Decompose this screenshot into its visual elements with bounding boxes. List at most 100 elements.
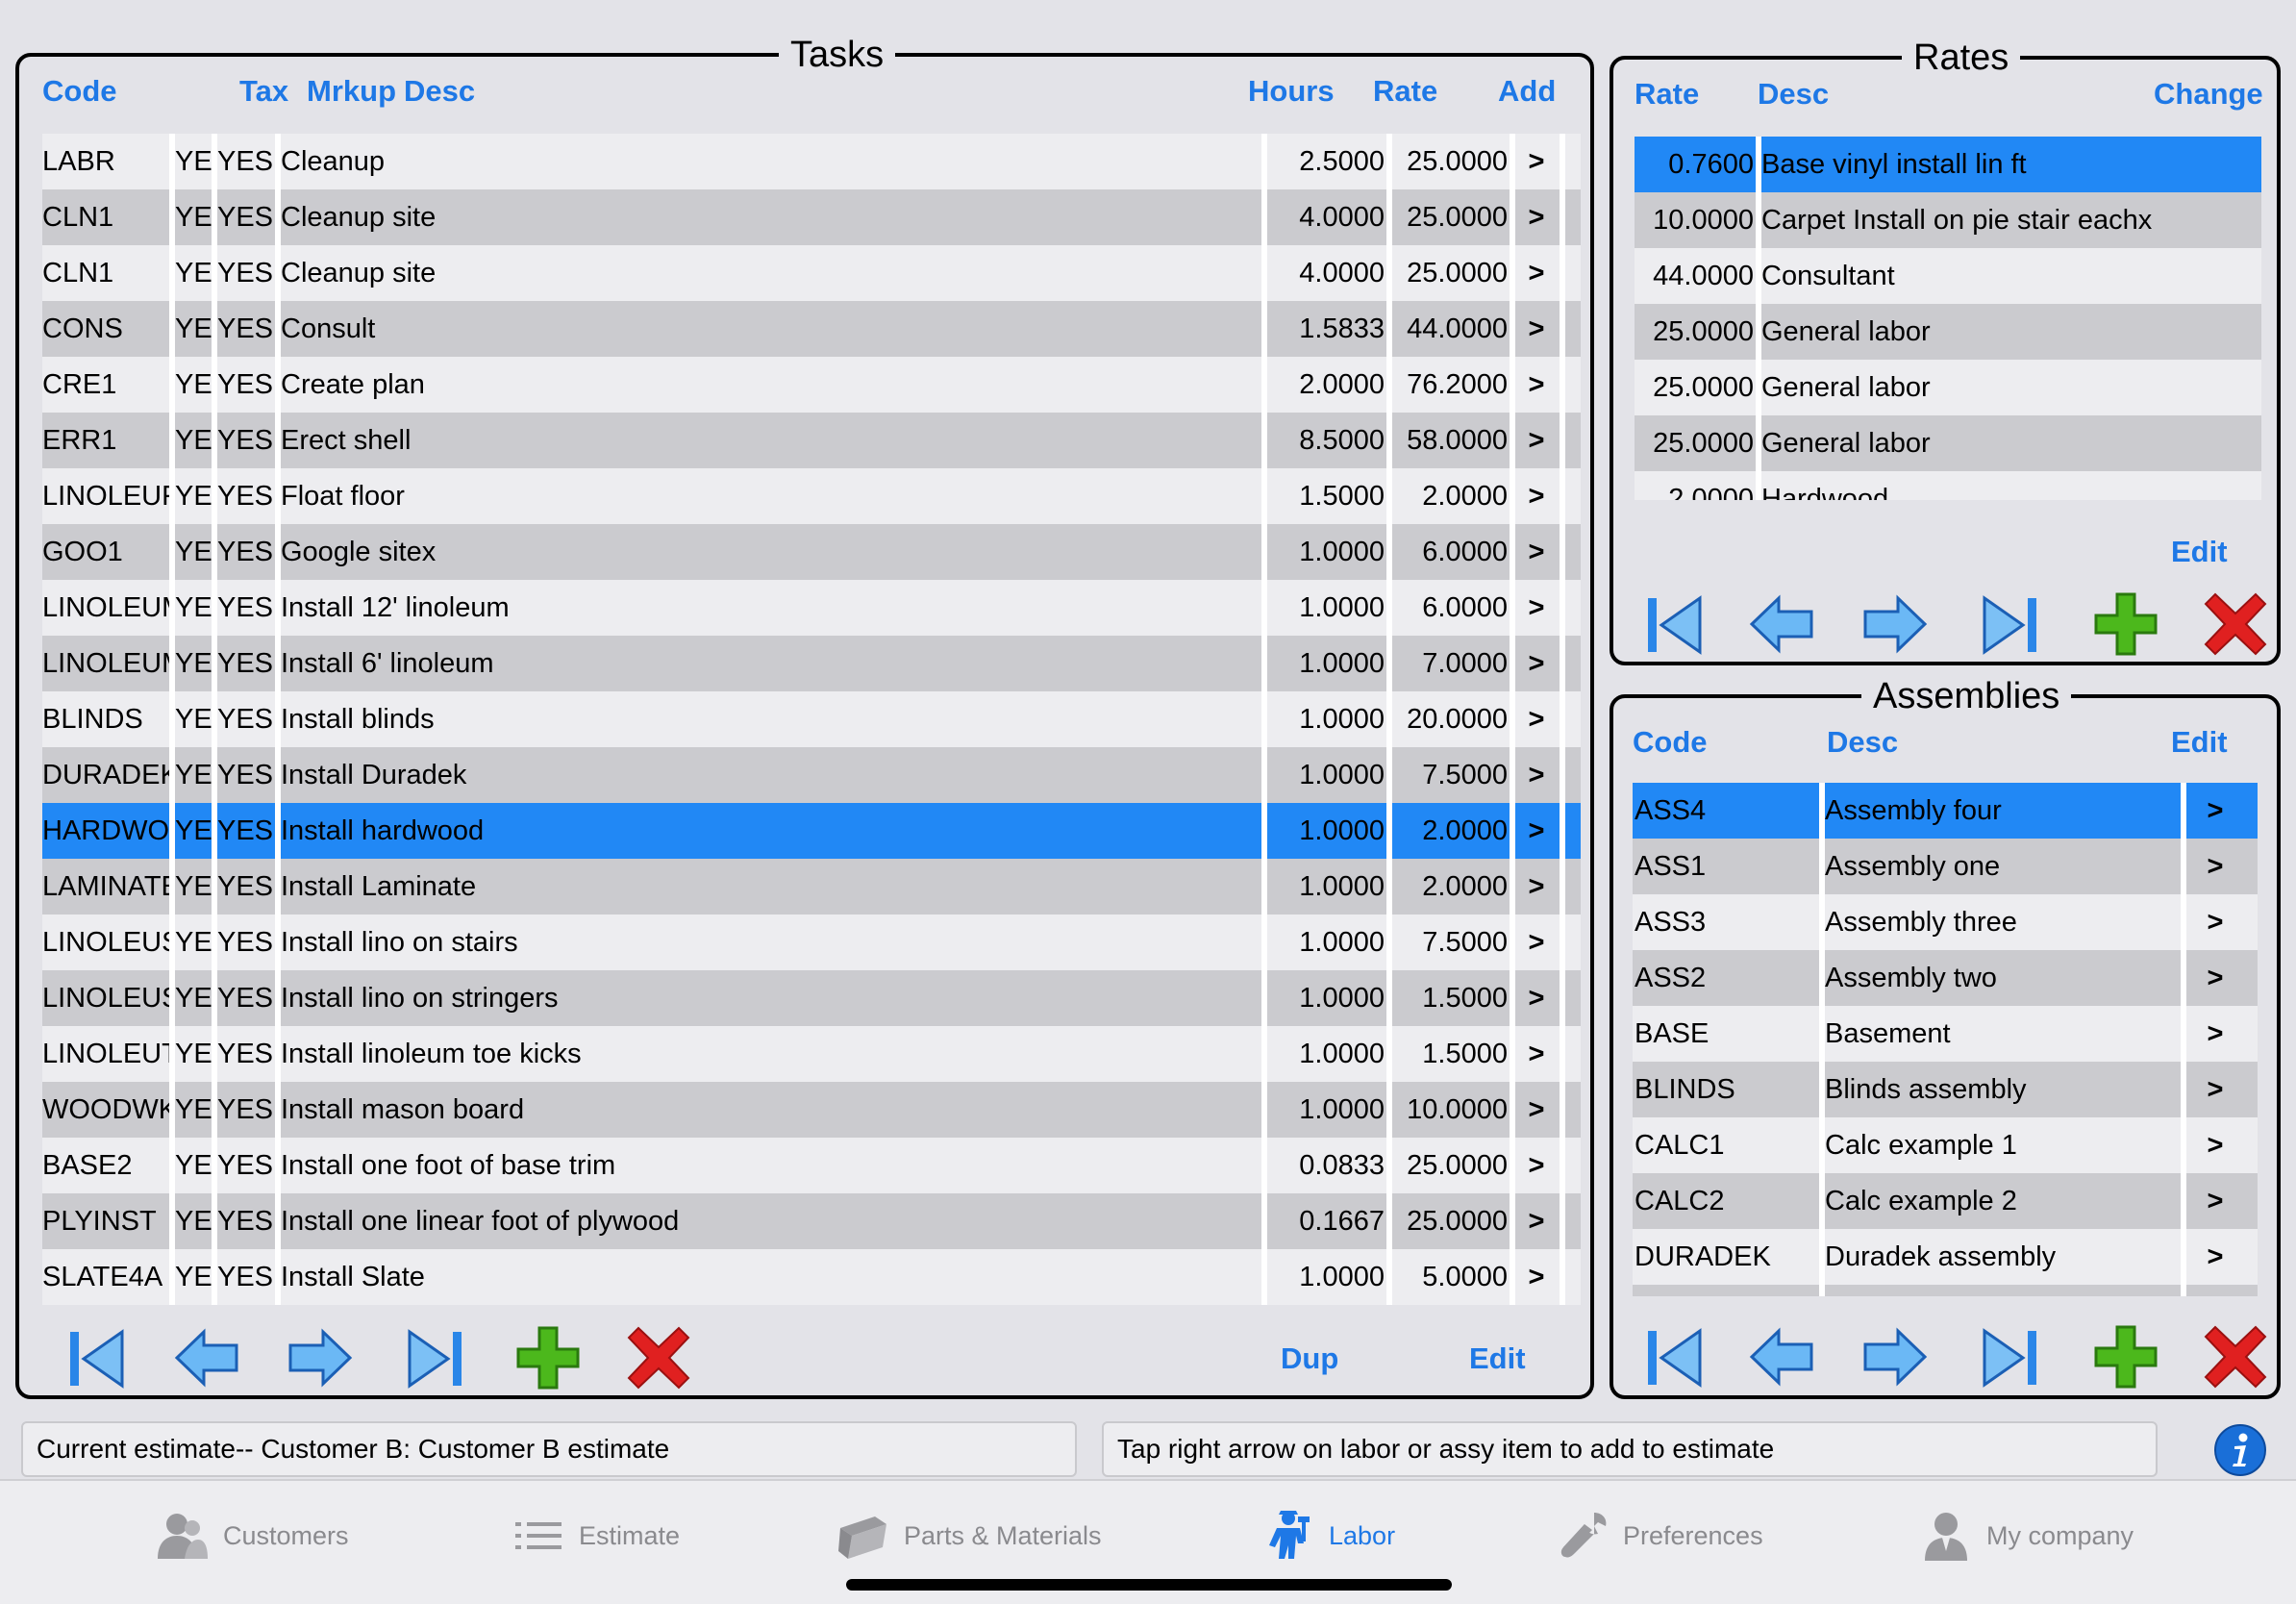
rates-edit-button[interactable]: Edit [2171,533,2228,571]
rate-row[interactable]: 2.0000 Hardwood [1635,471,2261,500]
task-row[interactable]: LINOLEUM12YESYESInstall 12' linoleum1.00… [42,580,1581,636]
task-row[interactable]: HARDWOODINYESYESInstall hardwood1.00002.… [42,803,1581,859]
rates-delete-button[interactable] [2202,590,2269,658]
tasks-add-button[interactable] [514,1324,582,1391]
assembly-add-arrow[interactable]: > [2186,1006,2244,1062]
task-add-arrow[interactable]: > [1515,245,1558,301]
assemblies-table[interactable]: ASS4 Assembly four > ASS1 Assembly one > ASS3 A… [1633,783,2258,1296]
assembly-row[interactable]: BASE Basement > [1633,1006,2258,1062]
tasks-first-button[interactable] [62,1324,130,1391]
assembly-add-arrow[interactable]: > [2186,1173,2244,1229]
task-row[interactable]: LINOLEUM6'YESYESInstall 6' linoleum1.000… [42,636,1581,691]
tab-customers[interactable]: Customers [156,1502,349,1569]
tasks-prev-button[interactable] [173,1324,240,1391]
rate-row[interactable]: 25.0000 General labor [1635,415,2261,471]
task-row[interactable]: LAMINATEINYESYESInstall Laminate1.00002.… [42,859,1581,915]
tab-my-company[interactable]: My company [1919,1502,2134,1569]
task-add-arrow[interactable]: > [1515,1026,1558,1082]
tab-estimate[interactable]: Estimate [512,1502,680,1569]
assembly-row[interactable] [1633,1285,2258,1296]
rate-row[interactable]: 25.0000 General labor [1635,360,2261,415]
assembly-row[interactable]: BLINDS Blinds assembly > [1633,1062,2258,1117]
assembly-row[interactable]: CALC2 Calc example 2 > [1633,1173,2258,1229]
task-row[interactable]: BLINDSYESYESInstall blinds1.000020.0000> [42,691,1581,747]
info-button[interactable] [2213,1423,2267,1477]
task-add-arrow[interactable]: > [1515,970,1558,1026]
task-row[interactable]: GOO1YESYESGoogle sitex1.00006.0000> [42,524,1581,580]
rates-add-button[interactable] [2092,590,2159,658]
rates-table[interactable]: 0.7600 Base vinyl install lin ft 10.0000 Ca… [1635,137,2261,500]
task-add-arrow[interactable]: > [1515,468,1558,524]
assemblies-next-button[interactable] [1861,1323,1929,1391]
task-add-arrow[interactable]: > [1515,1082,1558,1138]
task-row[interactable]: CLN1YESYESCleanup site4.000025.0000> [42,189,1581,245]
rate-row[interactable]: 10.0000 Carpet Install on pie stair eachx [1635,192,2261,248]
task-add-arrow[interactable]: > [1515,859,1558,915]
assembly-add-arrow[interactable]: > [2186,839,2244,894]
assembly-add-arrow[interactable]: > [2186,950,2244,1006]
task-row[interactable]: LINOLEUSTAYESYESInstall lino on stairs1.… [42,915,1581,970]
task-add-arrow[interactable]: > [1515,747,1558,803]
task-row[interactable]: CLN1YESYESCleanup site4.000025.0000> [42,245,1581,301]
tasks-next-button[interactable] [287,1324,354,1391]
rate-row[interactable]: 0.7600 Base vinyl install lin ft [1635,137,2261,192]
tab-preferences[interactable]: Preferences [1556,1502,1763,1569]
assembly-row[interactable]: CALC1 Calc example 1 > [1633,1117,2258,1173]
task-row[interactable]: LINOLEUFLOYESYESFloat floor1.50002.0000> [42,468,1581,524]
assemblies-edit-button[interactable]: Edit [2171,723,2228,762]
task-row[interactable]: DURADEKINSYESYESInstall Duradek1.00007.5… [42,747,1581,803]
assembly-row[interactable]: ASS2 Assembly two > [1633,950,2258,1006]
rates-last-button[interactable] [1977,590,2044,658]
assembly-add-arrow[interactable]: > [2186,1229,2244,1285]
tab-labor[interactable]: Labor [1261,1502,1395,1569]
assembly-row[interactable]: ASS4 Assembly four > [1633,783,2258,839]
assembly-add-arrow[interactable]: > [2186,894,2244,950]
assembly-add-arrow[interactable]: > [2186,1062,2244,1117]
task-row[interactable]: LINOLEUTOEYESYESInstall linoleum toe kic… [42,1026,1581,1082]
assembly-add-arrow[interactable]: > [2186,783,2244,839]
task-add-arrow[interactable]: > [1515,524,1558,580]
assemblies-prev-button[interactable] [1748,1323,1815,1391]
task-row[interactable]: CONSYESYESConsult1.583344.0000> [42,301,1581,357]
task-add-arrow[interactable]: > [1515,413,1558,468]
tasks-last-button[interactable] [402,1324,469,1391]
rates-first-button[interactable] [1640,590,1708,658]
rate-row[interactable]: 25.0000 General labor [1635,304,2261,360]
assemblies-add-button[interactable] [2092,1323,2159,1391]
tasks-table[interactable]: LABRYESYESCleanup2.500025.0000>CLN1YESYE… [42,134,1581,1347]
rates-next-button[interactable] [1861,590,1929,658]
tasks-dup-button[interactable]: Dup [1281,1340,1338,1378]
task-add-arrow[interactable]: > [1515,915,1558,970]
rate-row[interactable]: 44.0000 Consultant [1635,248,2261,304]
task-add-arrow[interactable]: > [1515,357,1558,413]
tasks-delete-button[interactable] [625,1324,692,1391]
task-row[interactable]: BASE2YESYESInstall one foot of base trim… [42,1138,1581,1193]
assemblies-last-button[interactable] [1977,1323,2044,1391]
task-add-arrow[interactable]: > [1515,301,1558,357]
task-add-arrow[interactable]: > [1515,691,1558,747]
assembly-add-arrow[interactable] [2186,1285,2244,1296]
task-row[interactable]: PLYINSTYESYESInstall one linear foot of … [42,1193,1581,1249]
task-row[interactable]: CRE1YESYESCreate plan2.000076.2000> [42,357,1581,413]
task-add-arrow[interactable]: > [1515,803,1558,859]
task-add-arrow[interactable]: > [1515,134,1558,189]
task-row[interactable]: LABRYESYESCleanup2.500025.0000> [42,134,1581,189]
task-add-arrow[interactable]: > [1515,580,1558,636]
task-row[interactable]: WOODWKM...YESYESInstall mason board1.000… [42,1082,1581,1138]
task-add-arrow[interactable]: > [1515,1138,1558,1193]
tasks-edit-button[interactable]: Edit [1469,1340,1526,1378]
assembly-row[interactable]: ASS3 Assembly three > [1633,894,2258,950]
assembly-row[interactable]: DURADEK Duradek assembly > [1633,1229,2258,1285]
tab-parts-materials[interactable]: Parts & Materials [836,1502,1102,1569]
assemblies-delete-button[interactable] [2202,1323,2269,1391]
task-row[interactable]: LINOLEUSTRYESYESInstall lino on stringer… [42,970,1581,1026]
assemblies-first-button[interactable] [1640,1323,1708,1391]
task-add-arrow[interactable]: > [1515,1193,1558,1249]
rates-prev-button[interactable] [1748,590,1815,658]
task-add-arrow[interactable]: > [1515,1249,1558,1305]
task-add-arrow[interactable]: > [1515,636,1558,691]
assembly-add-arrow[interactable]: > [2186,1117,2244,1173]
task-row[interactable]: ERR1YESYESErect shell8.500058.0000> [42,413,1581,468]
assembly-row[interactable]: ASS1 Assembly one > [1633,839,2258,894]
task-add-arrow[interactable]: > [1515,189,1558,245]
